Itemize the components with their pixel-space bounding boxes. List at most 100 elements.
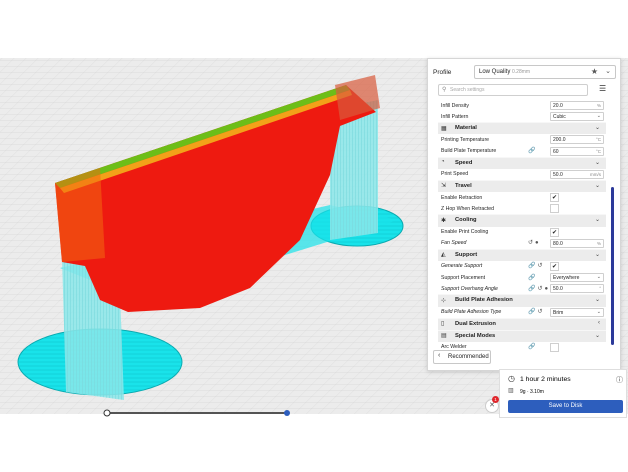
chevron-left-icon: ‹ [598, 319, 600, 326]
search-icon: ⚲ [442, 87, 447, 93]
category-cooling[interactable]: ✱ Cooling ⌄ [438, 214, 606, 227]
setting-unit: % [596, 103, 601, 108]
category-label: Special Modes [455, 332, 496, 339]
print-settings-panel: Profile Low Quality 0.28mm ★ ⌄ ⚲ Search … [427, 58, 621, 371]
setting-checkbox[interactable]: ✔ [550, 227, 559, 237]
clock-icon: ◷ [508, 374, 515, 383]
profile-quality-sub: 0.28mm [512, 69, 531, 75]
scrollbar[interactable] [611, 187, 614, 345]
category-special-modes[interactable]: ▤ Special Modes ⌄ [438, 329, 606, 342]
chevron-down-icon: ⌄ [594, 217, 600, 224]
chevron-down-icon[interactable]: ⌄ [605, 67, 611, 75]
setting-value: Cubic [553, 114, 566, 121]
setting-dropdown[interactable]: Everywhere ⌄ [550, 273, 604, 283]
setting-label: Printing Temperature [441, 136, 490, 143]
speed-icon: ◔ [441, 159, 445, 166]
profile-label: Profile [433, 69, 452, 76]
chevron-down-icon: ⌄ [594, 159, 600, 166]
setting-dropdown[interactable]: Cubic ⌄ [550, 112, 604, 122]
setting-unit: mm/s [590, 171, 601, 177]
setting-label: Infill Density [441, 102, 469, 109]
setting-printing-temperature: Printing Temperature 200.0 °C [438, 134, 606, 145]
star-icon[interactable]: ★ [591, 67, 598, 76]
category-material[interactable]: ▦ Material ⌄ [438, 122, 606, 135]
setting-label: Enable Retraction [441, 194, 483, 201]
setting-value: 200.0 [553, 137, 566, 144]
setting-input[interactable]: 200.0 °C [550, 135, 604, 145]
link-reset-icon[interactable]: 🔗↺ [528, 262, 545, 269]
setting-input[interactable]: 80.0% [550, 238, 604, 248]
cooling-icon: ✱ [441, 217, 447, 224]
recommended-button[interactable]: ‹ Recommended [433, 350, 491, 364]
setting-unit: °C [595, 137, 601, 143]
chevron-down-icon: ⌄ [596, 274, 601, 281]
chevron-down-icon: ⌄ [596, 308, 601, 315]
reset-info-icon[interactable]: ↺● [528, 239, 541, 246]
category-label: Travel [455, 182, 472, 189]
profile-quality: Low Quality [479, 69, 511, 75]
chevron-down-icon: ⌄ [594, 125, 600, 132]
category-speed[interactable]: ◔ Speed ⌄ [438, 156, 606, 169]
setting-input[interactable]: 20.0% [550, 101, 604, 110]
setting-input[interactable]: 50.0 mm/s [550, 169, 604, 179]
setting-infill-density: Infill Density 20.0% [438, 100, 606, 111]
link-icon[interactable]: 🔗 [528, 147, 537, 154]
material-usage: 9g · 3.10m [520, 389, 544, 395]
setting-checkbox[interactable] [550, 204, 559, 214]
setting-dropdown[interactable]: Brim ⌄ [550, 307, 604, 317]
profile-select[interactable]: Low Quality 0.28mm ★ ⌄ [474, 65, 616, 79]
category-travel[interactable]: ⇲ Travel ⌄ [438, 179, 606, 193]
chevron-down-icon: ⌄ [594, 297, 600, 304]
link-icon[interactable]: 🔗 [528, 343, 537, 350]
menu-icon[interactable]: ☰ [599, 84, 606, 93]
info-icon[interactable]: ⓘ [616, 375, 623, 385]
setting-label: Fan Speed [441, 240, 467, 247]
spool-icon: ▥ [508, 388, 514, 394]
setting-value: 80.0 [553, 240, 563, 247]
category-build-plate-adhesion[interactable]: ⊹ Build Plate Adhesion ⌄ [438, 294, 606, 307]
search-input[interactable]: ⚲ Search settings [438, 84, 588, 96]
category-label: Build Plate Adhesion [455, 297, 513, 304]
setting-checkbox[interactable]: ✔ [550, 193, 559, 203]
setting-label: Support Placement [441, 274, 486, 281]
print-time: 1 hour 2 minutes [520, 376, 571, 383]
setting-z-hop-when-retracted: Z Hop When Retracted [438, 203, 606, 214]
setting-support-overhang-angle: Support Overhang Angle 🔗↺● 50.0 ° [438, 283, 606, 294]
adhesion-icon: ⊹ [441, 297, 447, 304]
setting-unit: % [596, 240, 601, 246]
setting-input[interactable]: 60 °C [550, 146, 604, 156]
save-to-disk-button[interactable]: Save to Disk [508, 400, 623, 413]
notification-badge: 1 [492, 396, 499, 403]
category-label: Material [455, 125, 477, 132]
chevron-left-icon: ‹ [438, 352, 441, 359]
print-summary-panel: ◷ 1 hour 2 minutes ⓘ ▥ 9g · 3.10m Save t… [499, 369, 627, 418]
setting-label: Build Plate Adhesion Type [441, 309, 502, 316]
travel-icon: ⇲ [441, 183, 447, 190]
setting-generate-support: Generate Support 🔗↺ ✔ [438, 261, 606, 272]
profile-row: Profile Low Quality 0.28mm ★ ⌄ [428, 59, 620, 85]
link-reset-info-icon[interactable]: 🔗↺● [528, 285, 550, 292]
setting-checkbox[interactable] [550, 342, 559, 352]
settings-list: Infill Density 20.0% Infill Pattern Cubic ⌄ ▦… [438, 100, 606, 353]
setting-input[interactable]: 50.0 ° [550, 284, 604, 294]
chevron-down-icon: ⌄ [594, 251, 600, 258]
chevron-down-icon: ⌄ [594, 182, 600, 189]
setting-checkbox[interactable]: ✔ [550, 261, 559, 271]
setting-value: Brim [553, 309, 564, 316]
setting-build-plate-temperature: Build Plate Temperature 🔗 60 °C [438, 146, 606, 157]
support-icon: ◭ [441, 252, 446, 259]
setting-value: 50.0 [553, 286, 563, 293]
category-support[interactable]: ◭ Support ⌄ [438, 248, 606, 261]
setting-label: Print Speed [441, 171, 469, 178]
link-icon[interactable]: 🔗 [528, 274, 537, 281]
setting-label: Infill Pattern [441, 113, 469, 120]
category-dual-extrusion[interactable]: ▯ Dual Extrusion ‹ [438, 317, 606, 330]
setting-build-plate-adhesion-type: Build Plate Adhesion Type 🔗↺ Brim ⌄ [438, 307, 606, 318]
setting-print-speed: Print Speed 50.0 mm/s [438, 169, 606, 180]
category-label: Dual Extrusion [455, 320, 496, 327]
recommended-label: Recommended [448, 354, 489, 360]
setting-enable-retraction: Enable Retraction ✔ [438, 192, 606, 203]
material-icon: ▦ [441, 125, 447, 132]
link-reset-icon[interactable]: 🔗↺ [528, 308, 545, 315]
setting-support-placement: Support Placement 🔗 Everywhere ⌄ [438, 272, 606, 283]
